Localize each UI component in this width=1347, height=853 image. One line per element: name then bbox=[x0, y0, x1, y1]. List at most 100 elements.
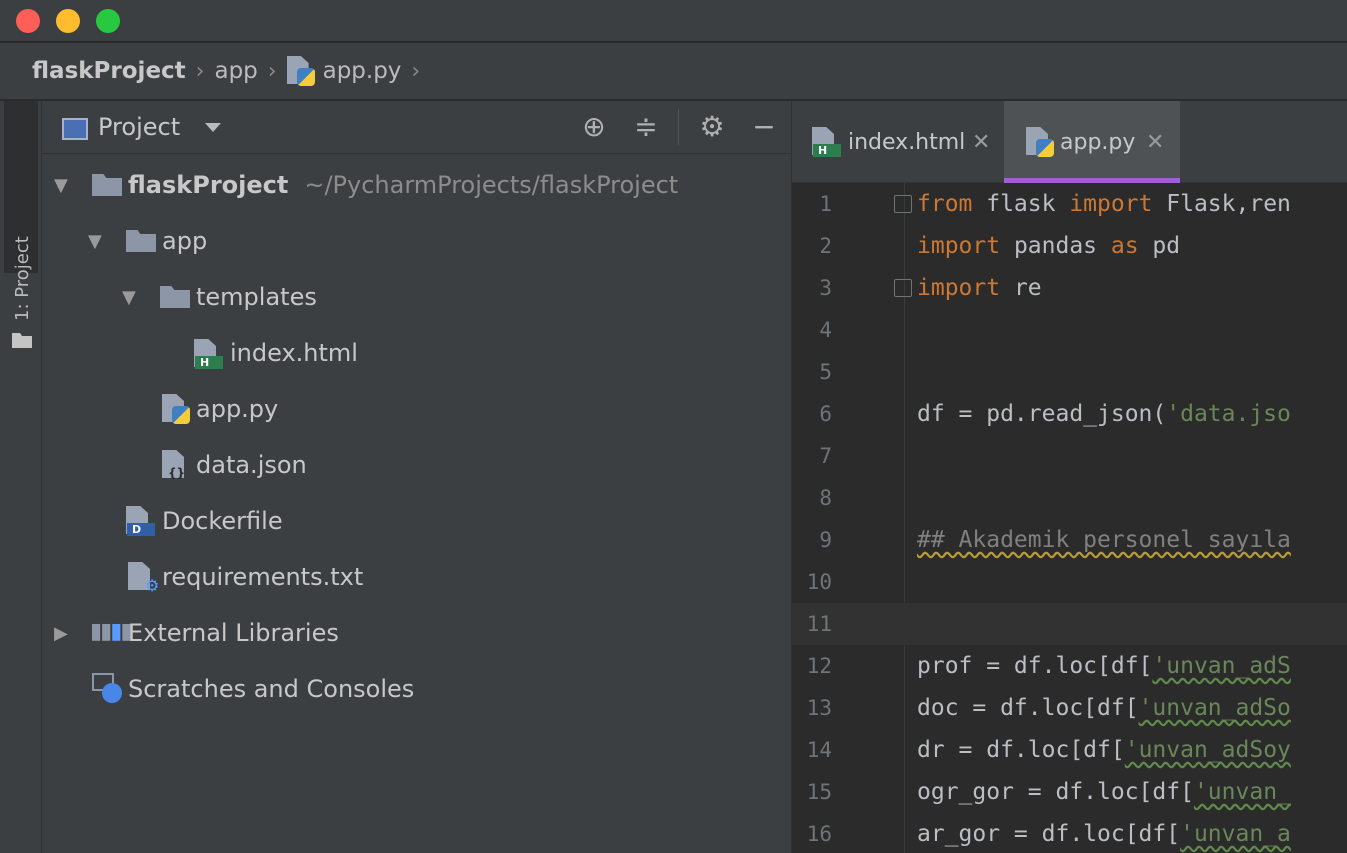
tree-item-external-libraries[interactable]: ▶ ▮▮▮▮ External Libraries bbox=[42, 605, 791, 661]
tree-item-app-py[interactable]: app.py bbox=[42, 381, 791, 437]
window-minimize-button[interactable] bbox=[56, 9, 80, 33]
html-file-icon: H bbox=[194, 339, 223, 369]
code-line: 6 df = pd.read_json('data.jso bbox=[792, 393, 1347, 435]
code-line: 8 bbox=[792, 477, 1347, 519]
toolbar-separator bbox=[678, 109, 679, 145]
line-number: 2 bbox=[819, 234, 832, 258]
chevron-right-icon: › bbox=[195, 58, 205, 84]
line-number: 10 bbox=[806, 570, 832, 594]
line-number: 8 bbox=[819, 486, 832, 510]
code-editor[interactable]: 1 from flask import Flask,ren 2 import p… bbox=[792, 183, 1347, 853]
code-line: 15 ogr_gor = df.loc[df['unvan_ bbox=[792, 771, 1347, 813]
tree-item-data-json[interactable]: {} data.json bbox=[42, 437, 791, 493]
line-number: 14 bbox=[806, 738, 832, 762]
breadcrumb: flaskProject › app › app.py › bbox=[0, 43, 1347, 100]
code-line: 12 prof = df.loc[df['unvan_adS bbox=[792, 645, 1347, 687]
gear-icon[interactable]: ⚙ bbox=[696, 111, 728, 143]
python-file-icon bbox=[1026, 127, 1054, 157]
code-line: 3 import re bbox=[792, 267, 1347, 309]
line-number: 7 bbox=[819, 444, 832, 468]
line-number: 13 bbox=[806, 696, 832, 720]
html-file-icon: H bbox=[812, 127, 841, 157]
code-line: 1 from flask import Flask,ren bbox=[792, 183, 1347, 225]
folder-icon bbox=[160, 286, 190, 308]
tree-item-requirements[interactable]: ⚙ requirements.txt bbox=[42, 549, 791, 605]
line-number: 3 bbox=[819, 276, 832, 300]
project-view-icon bbox=[62, 118, 88, 140]
chevron-down-icon[interactable]: ▼ bbox=[54, 175, 68, 196]
fold-marker-icon[interactable] bbox=[894, 195, 912, 213]
tab-app-py[interactable]: app.py ✕ bbox=[1004, 101, 1180, 183]
folder-icon bbox=[92, 174, 122, 196]
code-line: 10 bbox=[792, 561, 1347, 603]
docker-file-icon: D bbox=[126, 506, 155, 536]
window-close-button[interactable] bbox=[16, 9, 40, 33]
line-number: 16 bbox=[806, 822, 832, 846]
project-view-selector[interactable]: Project bbox=[98, 113, 180, 141]
editor-area: H index.html ✕ app.py ✕ 1 from flask imp… bbox=[791, 101, 1347, 853]
line-number: 4 bbox=[819, 318, 832, 342]
code-line: 13 doc = df.loc[df['unvan_adSo bbox=[792, 687, 1347, 729]
breadcrumb-item-app[interactable]: app bbox=[214, 58, 257, 84]
tree-item-scratches[interactable]: Scratches and Consoles bbox=[42, 661, 791, 717]
code-line: 16 ar_gor = df.loc[df['unvan_a bbox=[792, 813, 1347, 853]
tree-item-label: templates bbox=[196, 283, 317, 311]
tree-item-root[interactable]: ▼ flaskProject ~/PycharmProjects/flaskPro… bbox=[42, 157, 791, 213]
tree-item-label: Scratches and Consoles bbox=[128, 675, 415, 703]
title-bar bbox=[0, 0, 1347, 42]
breadcrumb-item-apppy[interactable]: app.py bbox=[323, 58, 402, 84]
tree-item-app[interactable]: ▼ app bbox=[42, 213, 791, 269]
tab-index-html[interactable]: H index.html ✕ bbox=[792, 101, 1004, 183]
project-tool-tab[interactable]: 1: Project bbox=[4, 101, 38, 321]
code-line: 4 bbox=[792, 309, 1347, 351]
text-file-icon: ⚙ bbox=[128, 562, 159, 594]
folder-icon bbox=[126, 230, 156, 252]
fold-marker-icon[interactable] bbox=[894, 279, 912, 297]
tab-label: index.html bbox=[848, 129, 966, 155]
json-file-icon: {} bbox=[162, 450, 190, 480]
left-tool-strip: 1: Project bbox=[0, 101, 42, 853]
chevron-down-icon[interactable]: ▼ bbox=[88, 231, 102, 252]
breadcrumb-item-project[interactable]: flaskProject bbox=[32, 58, 186, 84]
chevron-down-icon[interactable]: ▼ bbox=[122, 287, 136, 308]
folder-icon bbox=[12, 333, 32, 348]
code-line: 9 ## Akademik personel sayıla bbox=[792, 519, 1347, 561]
collapse-all-icon[interactable]: ≑ bbox=[630, 111, 662, 143]
tree-item-dockerfile[interactable]: D Dockerfile bbox=[42, 493, 791, 549]
close-icon[interactable]: ✕ bbox=[972, 130, 990, 155]
tree-item-label: flaskProject ~/PycharmProjects/flaskProje… bbox=[128, 171, 679, 199]
chevron-right-icon: › bbox=[411, 58, 421, 84]
line-number: 9 bbox=[819, 528, 832, 552]
project-tool-tab-label: 1: Project bbox=[12, 236, 33, 321]
editor-tab-bar: H index.html ✕ app.py ✕ bbox=[792, 101, 1347, 183]
crosshair-icon[interactable]: ⊕ bbox=[578, 111, 610, 143]
tree-item-label: data.json bbox=[196, 451, 307, 479]
tree-item-label: External Libraries bbox=[128, 619, 339, 647]
python-file-icon bbox=[162, 394, 190, 424]
chevron-right-icon[interactable]: ▶ bbox=[54, 623, 68, 644]
line-number: 11 bbox=[806, 612, 832, 636]
line-number: 15 bbox=[806, 780, 832, 804]
tab-label: app.py bbox=[1060, 129, 1136, 155]
line-number: 1 bbox=[819, 192, 832, 216]
close-icon[interactable]: ✕ bbox=[1146, 130, 1164, 155]
code-line-current: 11 bbox=[792, 603, 1347, 645]
chevron-right-icon: › bbox=[267, 58, 277, 84]
tree-item-label: index.html bbox=[230, 339, 358, 367]
project-panel-header: Project ⊕ ≑ ⚙ − bbox=[42, 101, 791, 154]
tree-item-label: Dockerfile bbox=[162, 507, 283, 535]
tree-item-templates[interactable]: ▼ templates bbox=[42, 269, 791, 325]
project-panel: Project ⊕ ≑ ⚙ − ▼ flaskProject ~/PycharmP… bbox=[42, 101, 791, 853]
window-maximize-button[interactable] bbox=[96, 9, 120, 33]
tree-item-index-html[interactable]: H index.html bbox=[42, 325, 791, 381]
tree-item-label: app.py bbox=[196, 395, 279, 423]
line-number: 6 bbox=[819, 402, 832, 426]
code-line: 7 bbox=[792, 435, 1347, 477]
scratch-icon bbox=[92, 673, 124, 705]
code-line: 5 bbox=[792, 351, 1347, 393]
code-line: 2 import pandas as pd bbox=[792, 225, 1347, 267]
minimize-icon[interactable]: − bbox=[748, 111, 780, 143]
line-number: 5 bbox=[819, 360, 832, 384]
python-file-icon bbox=[286, 56, 315, 86]
dropdown-caret-icon[interactable] bbox=[205, 123, 221, 132]
